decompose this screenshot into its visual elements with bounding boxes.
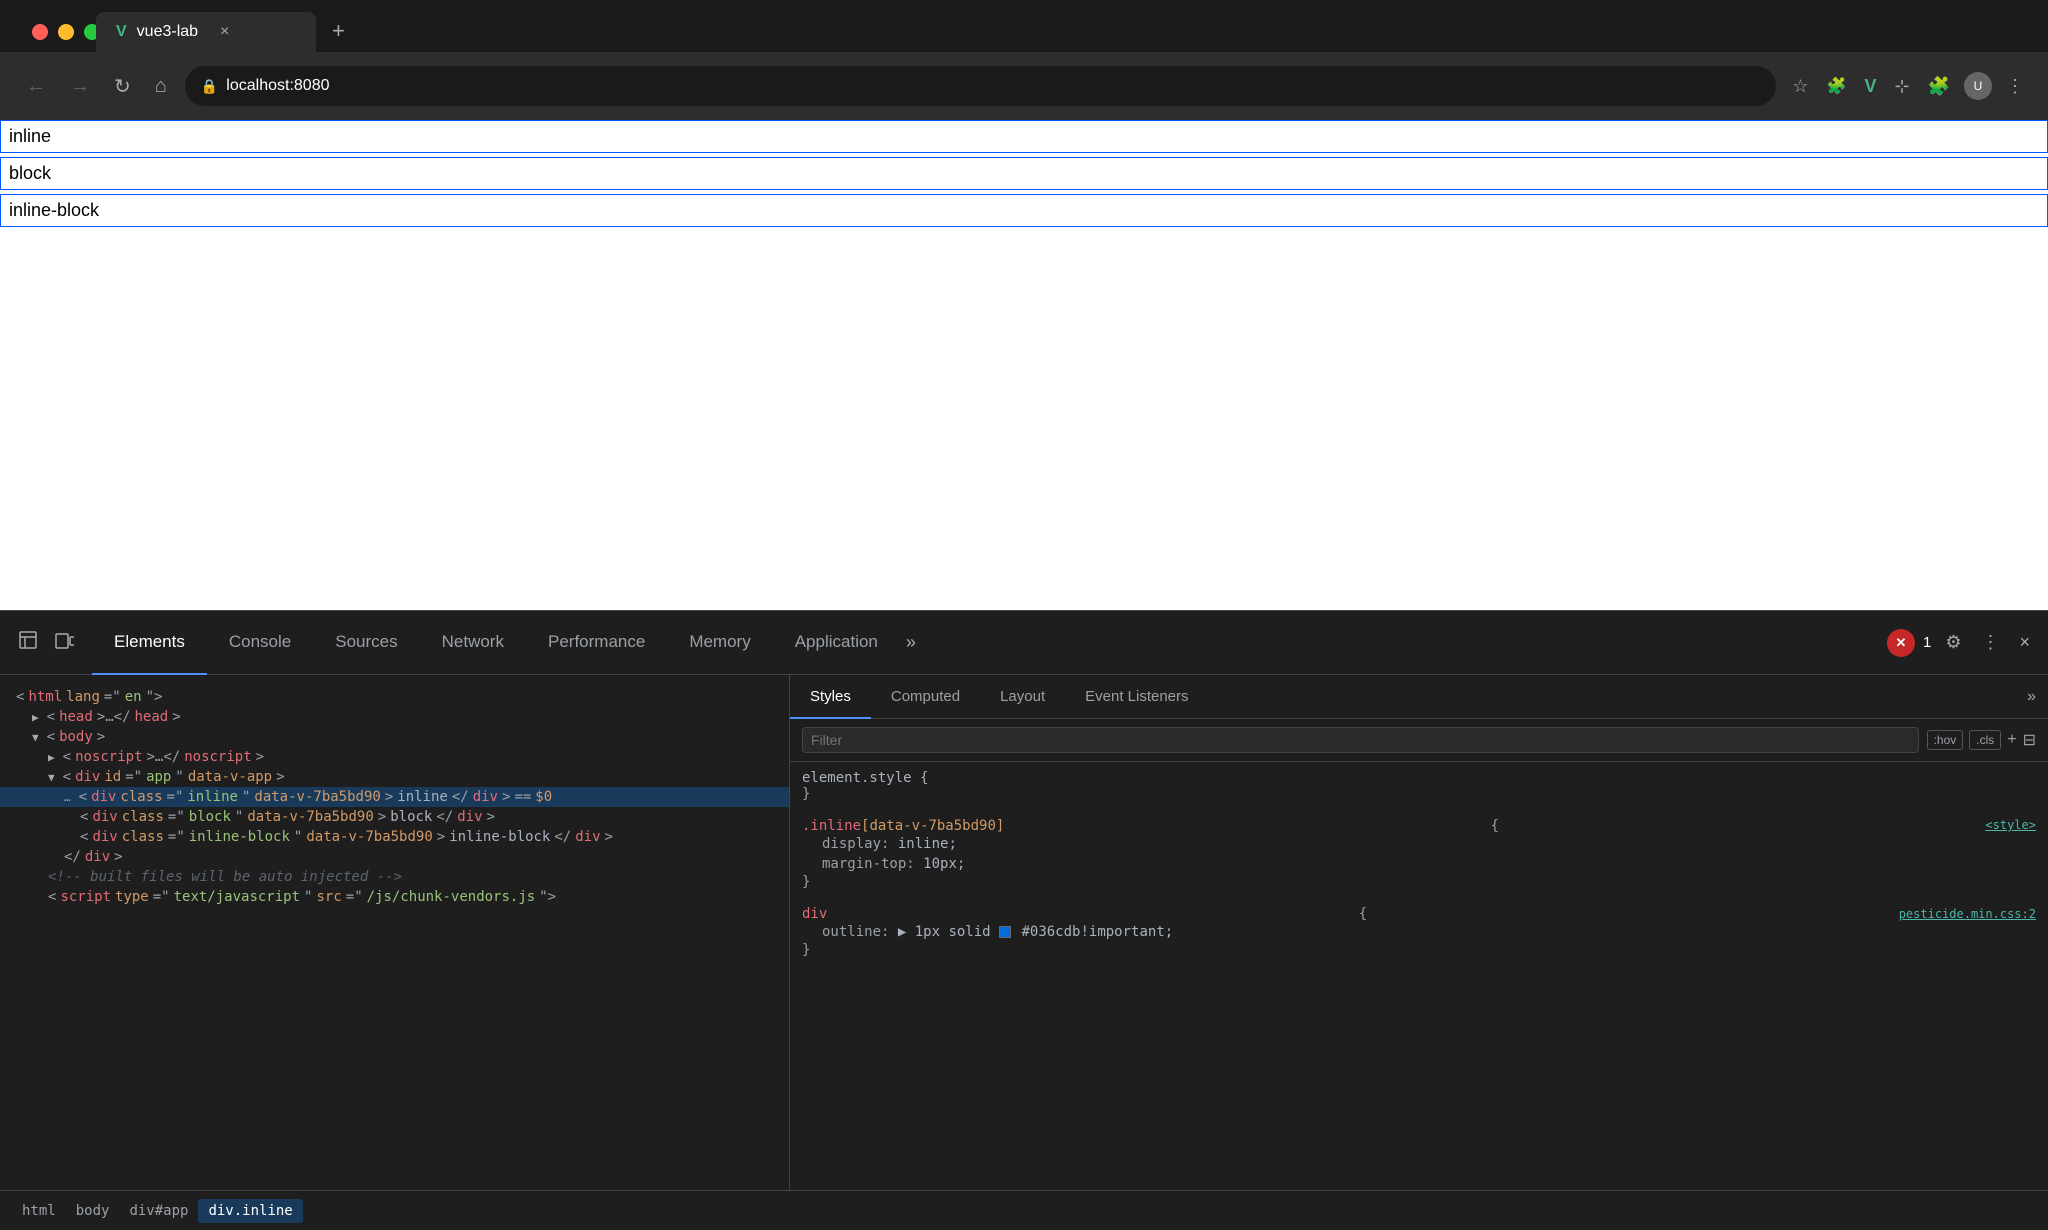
address-bar[interactable]: 🔒 localhost:8080 [185,66,1777,106]
dom-head[interactable]: ▶ <head>…</head> [0,707,789,727]
dom-div-app[interactable]: ▼ <div id="app" data-v-app> [0,767,789,787]
dom-div-app-close[interactable]: </div> [0,847,789,867]
styles-filter-bar: :hov .cls + ⊟ [790,719,2048,762]
inline-block-element: inline-block [0,194,2048,227]
inline-selector: .inline[data-v-7ba5bd90] { <style> [802,818,2036,834]
inline-element: inline [0,120,2048,153]
traffic-lights [32,24,100,40]
pesticide-source-link[interactable]: pesticide.min.css:2 [1899,907,2036,921]
display-prop: display: inline; [802,834,2036,854]
filter-toggle-button[interactable]: ⊟ [2023,730,2036,750]
nav-icons: ☆ 🧩 V ⊹ 🧩 U ⋮ [1788,72,2028,101]
extensions-icon[interactable]: 🧩 [1924,72,1954,101]
filter-actions: :hov .cls + ⊟ [1927,730,2036,750]
tab-title: vue3-lab [137,23,198,41]
device-toggle-button[interactable] [48,624,80,661]
tab-performance[interactable]: Performance [526,611,667,675]
close-button[interactable] [32,24,48,40]
tab-application[interactable]: Application [773,611,900,675]
reload-button[interactable]: ↻ [108,68,137,105]
breadcrumb-html[interactable]: html [12,1199,66,1223]
tab-elements[interactable]: Elements [92,611,207,675]
active-tab[interactable]: V vue3-lab × [96,12,316,52]
cursor-icon[interactable]: ⊹ [1890,72,1913,101]
filter-add-button[interactable]: + [2007,731,2016,749]
devtools-right-actions: ✕ 1 ⚙ ⋮ × [1887,626,2036,659]
dom-div-block[interactable]: <div class="block" data-v-7ba5bd90>block… [0,807,789,827]
devtools-tabs: Elements Console Sources Network Perform… [92,611,922,675]
margin-top-prop: margin-top: 10px; [802,854,2036,874]
styles-tabs: Styles Computed Layout Event Listeners » [790,675,2048,719]
styles-tabs-more[interactable]: » [2015,675,2048,718]
block-element: block [0,157,2048,190]
minimize-button[interactable] [58,24,74,40]
avatar[interactable]: U [1964,72,1992,100]
breadcrumb-div-inline[interactable]: div.inline [198,1199,302,1223]
devtools: Elements Console Sources Network Perform… [0,610,2048,1230]
element-style-rule: element.style { } [802,770,2036,802]
dom-noscript[interactable]: ▶ <noscript>…</noscript> [0,747,789,767]
tabs-more-button[interactable]: » [900,626,922,659]
breadcrumb-body[interactable]: body [66,1199,120,1223]
devtools-panels: <html lang="en"> ▶ <head>…</head> ▼ <bod… [0,675,2048,1190]
error-badge: ✕ [1887,629,1915,657]
devtools-menu-button[interactable]: ⋮ [1975,626,2005,659]
tab-sources[interactable]: Sources [313,611,419,675]
color-swatch[interactable] [999,926,1011,938]
browser-window: V vue3-lab × + ← → ↻ ⌂ 🔒 localhost:8080 … [0,0,2048,120]
styles-content: element.style { } .inline[data-v-7ba5bd9… [790,762,2048,1190]
div-rule-close: } [802,942,2036,958]
settings-button[interactable]: ⚙ [1939,626,1967,659]
vue-devtools-icon[interactable]: V [1860,72,1880,101]
nav-bar: ← → ↻ ⌂ 🔒 localhost:8080 ☆ 🧩 V ⊹ 🧩 U ⋮ [0,52,2048,120]
tab-bar: V vue3-lab × + [0,0,2048,52]
styles-filter-input[interactable] [802,727,1919,753]
styles-tab-layout[interactable]: Layout [980,675,1065,719]
lock-icon: 🔒 [201,78,218,95]
devtools-toolbar: Elements Console Sources Network Perform… [0,611,2048,675]
tab-memory[interactable]: Memory [667,611,772,675]
dom-body[interactable]: ▼ <body> [0,727,789,747]
new-tab-button[interactable]: + [316,10,361,52]
breadcrumb-div-app[interactable]: div#app [119,1199,198,1223]
devtools-close-button[interactable]: × [2013,626,2036,659]
element-style-close: } [802,786,2036,802]
filter-hov-button[interactable]: :hov [1927,730,1964,750]
inline-style-rule: .inline[data-v-7ba5bd90] { <style> displ… [802,818,2036,890]
tab-favicon: V [116,23,127,41]
styles-panel: Styles Computed Layout Event Listeners »… [790,675,2048,1190]
forward-button[interactable]: → [64,69,96,104]
dom-panel: <html lang="en"> ▶ <head>…</head> ▼ <bod… [0,675,790,1190]
dom-html[interactable]: <html lang="en"> [0,687,789,707]
element-style-selector: element.style { [802,770,2036,786]
styles-tab-styles[interactable]: Styles [790,675,871,719]
inline-rule-close: } [802,874,2036,890]
style-source-link[interactable]: <style> [1985,818,2036,834]
tab-network[interactable]: Network [420,611,526,675]
error-count: 1 [1923,634,1931,651]
outline-prop: outline: ▶ 1px solid #036cdb!important; [802,922,2036,942]
home-button[interactable]: ⌂ [149,69,173,104]
div-selector: div { pesticide.min.css:2 [802,906,2036,922]
bookmark-icon[interactable]: ☆ [1788,72,1812,101]
breadcrumb-bar: html body div#app div.inline [0,1190,2048,1230]
filter-cls-button[interactable]: .cls [1969,730,2001,750]
dom-script[interactable]: <script type="text/javascript" src="/js/… [0,887,789,907]
tab-console[interactable]: Console [207,611,313,675]
dom-comment[interactable]: <!-- built files will be auto injected -… [0,867,789,887]
dom-div-inline-block[interactable]: <div class="inline-block" data-v-7ba5bd9… [0,827,789,847]
div-style-rule: div { pesticide.min.css:2 outline: ▶ 1px… [802,906,2036,958]
more-icon[interactable]: ⋮ [2002,72,2028,101]
address-text: localhost:8080 [226,77,329,95]
page-content: inline block inline-block [0,120,2048,610]
styles-tab-event-listeners[interactable]: Event Listeners [1065,675,1208,719]
styles-tab-computed[interactable]: Computed [871,675,980,719]
inspect-element-button[interactable] [12,624,44,661]
extension-icon[interactable]: 🧩 [1823,72,1851,100]
dom-div-inline[interactable]: … <div class="inline" data-v-7ba5bd90>in… [0,787,789,807]
tab-close-icon[interactable]: × [220,23,229,41]
back-button[interactable]: ← [20,69,52,104]
